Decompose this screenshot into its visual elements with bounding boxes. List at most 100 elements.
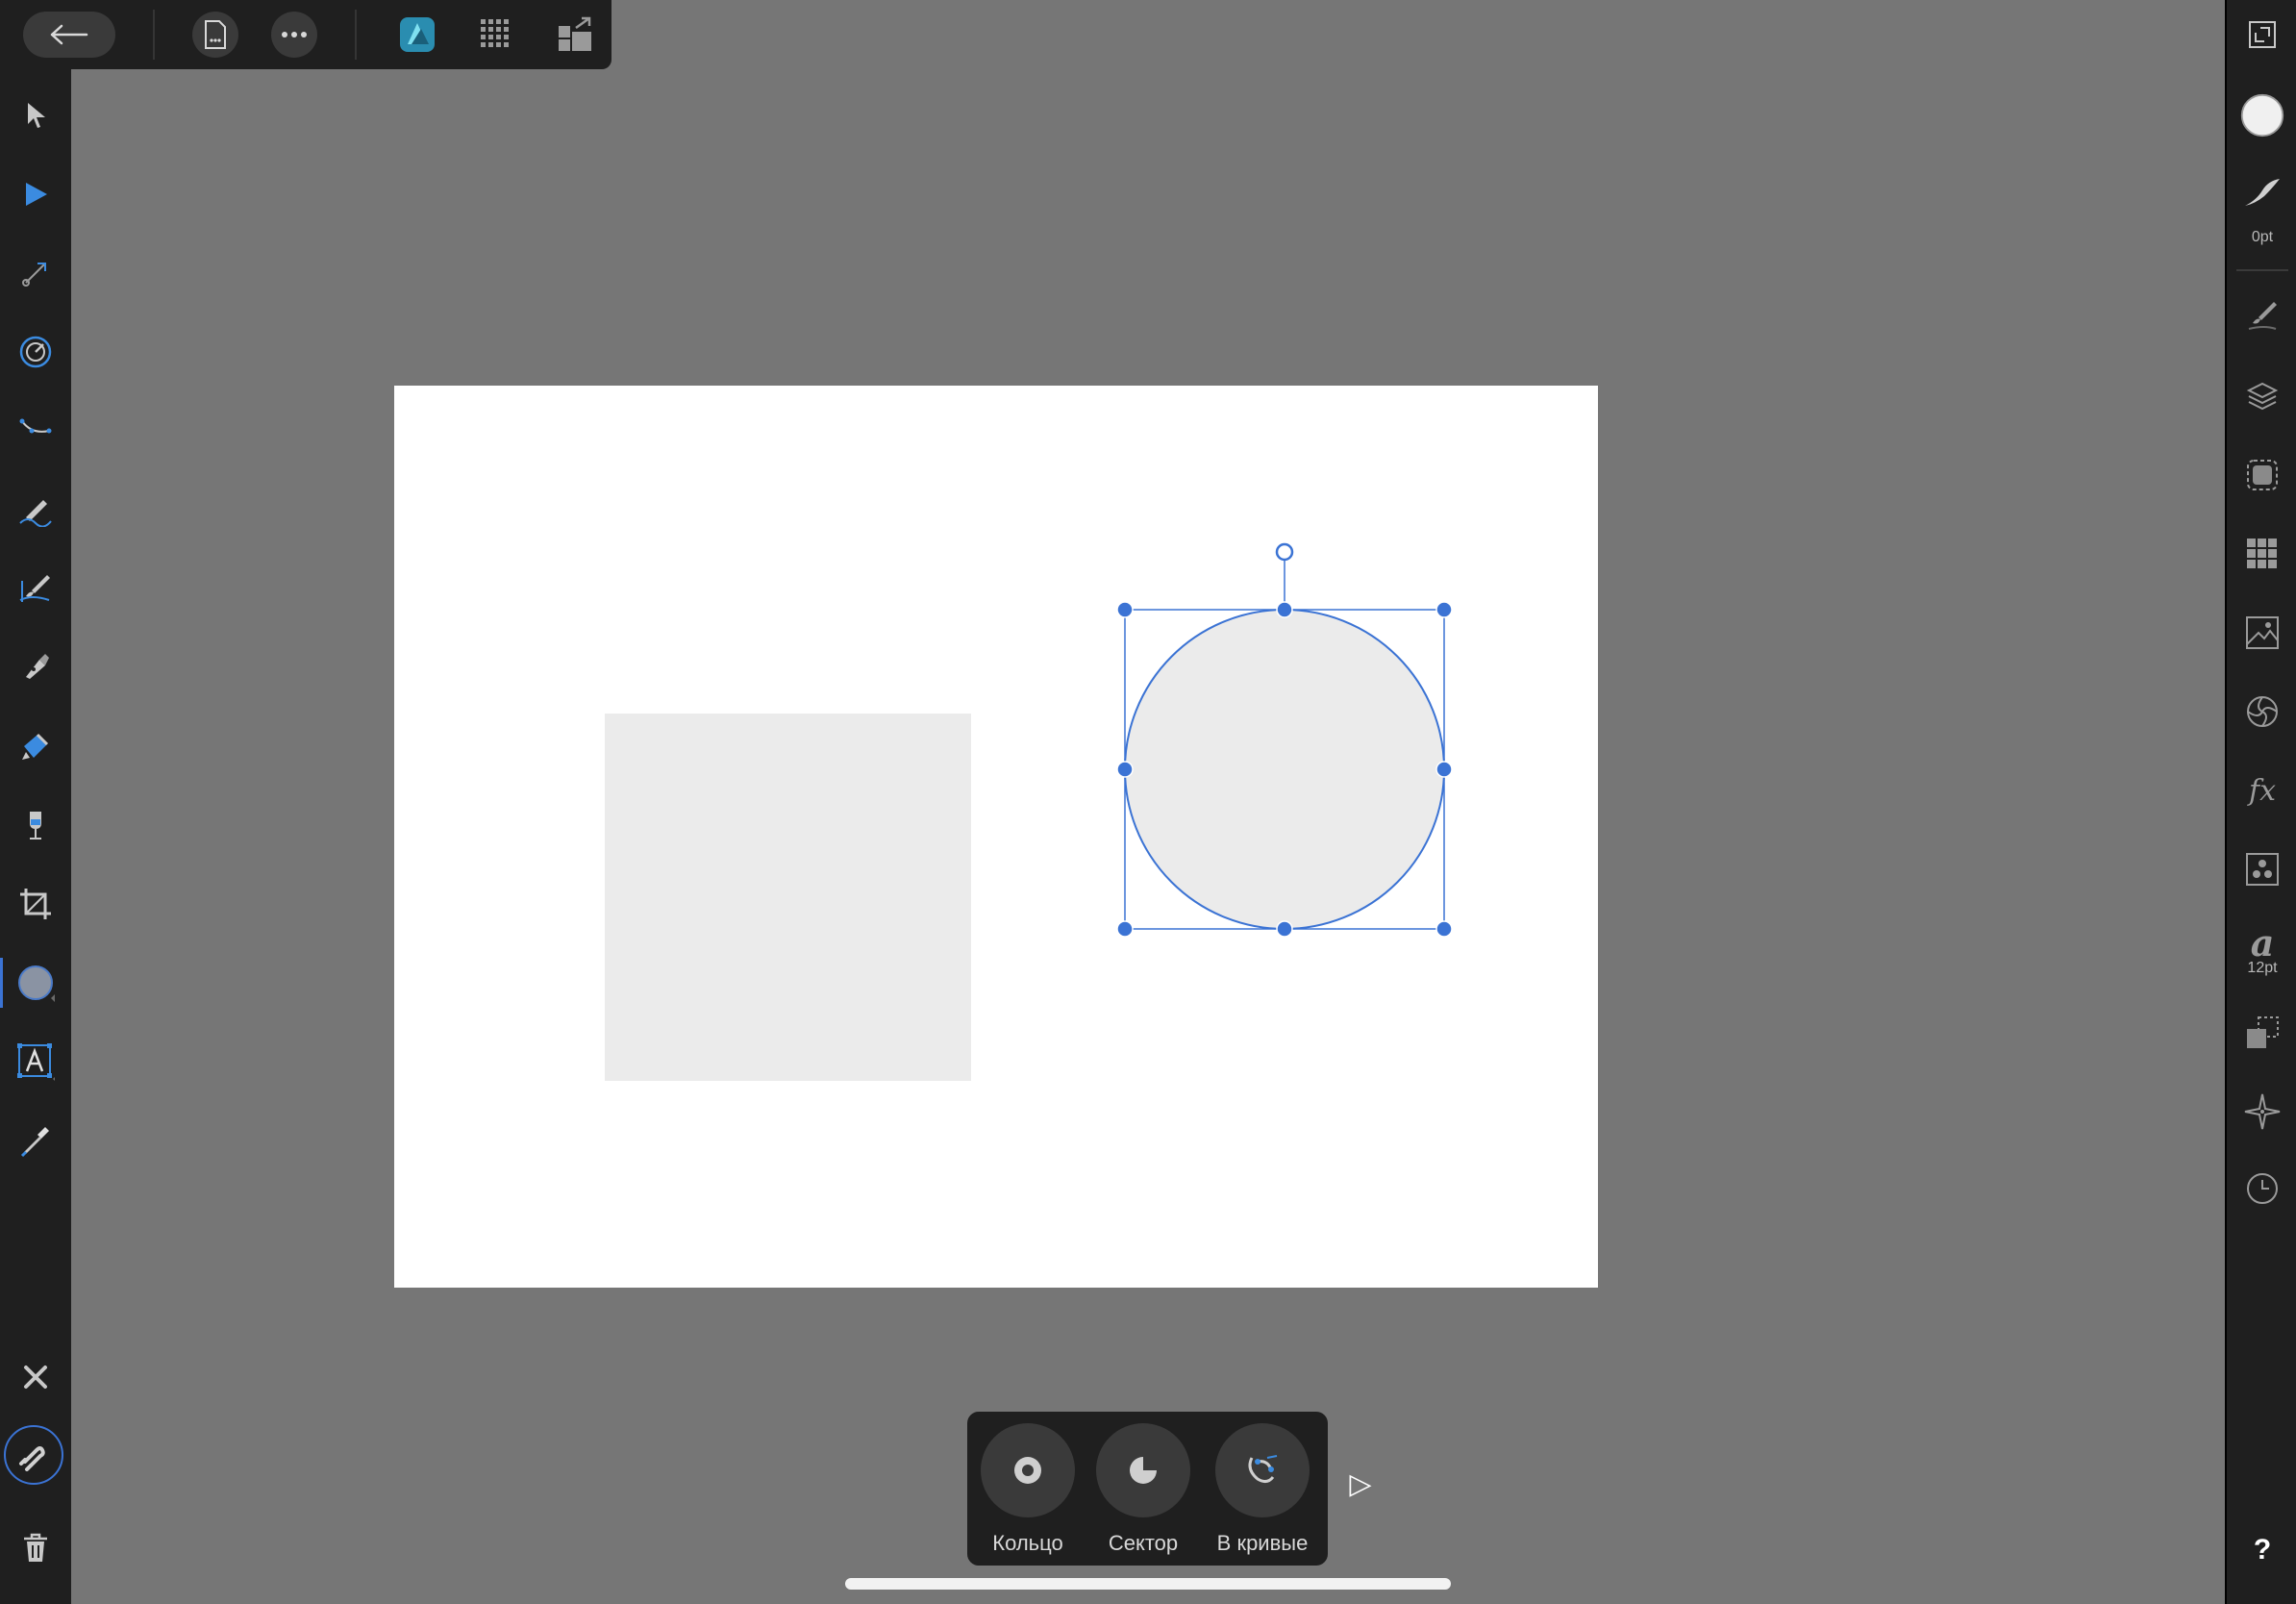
corner-tool-icon	[19, 336, 52, 368]
convert-to-curves-button[interactable]	[1215, 1423, 1310, 1517]
ellipse-tool[interactable]	[12, 960, 59, 1006]
resize-handle-left[interactable]	[1116, 761, 1134, 778]
color-panel-button[interactable]	[2239, 689, 2285, 735]
history-panel-button[interactable]	[2239, 1165, 2285, 1212]
text-styles-panel-button[interactable]: a	[2239, 919, 2285, 965]
rotation-handle[interactable]	[1275, 542, 1294, 562]
delete-button[interactable]	[12, 1525, 59, 1571]
document-setup-button[interactable]	[2239, 12, 2285, 58]
snapping-button[interactable]	[4, 1425, 63, 1485]
color-picker-tool[interactable]	[12, 1117, 59, 1164]
pencil-tool-icon	[19, 500, 52, 527]
pie-icon	[1130, 1457, 1157, 1484]
text-size-label: 12pt	[2247, 960, 2278, 976]
selection-icon	[2247, 460, 2278, 490]
export-persona-icon	[559, 16, 591, 51]
pen-tool[interactable]	[12, 408, 59, 454]
artistic-text-tool[interactable]	[12, 1039, 59, 1085]
brushes-icon	[2248, 302, 2277, 330]
fill-bucket-icon	[22, 733, 49, 760]
close-icon	[24, 1366, 47, 1389]
stroke-brush-icon	[2245, 179, 2280, 206]
ellipse-tool-icon	[18, 965, 55, 1002]
back-button[interactable]	[23, 12, 115, 58]
pie-label: Сектор	[1108, 1531, 1179, 1555]
navigator-panel-button[interactable]	[2239, 1089, 2285, 1135]
resize-handle-top[interactable]	[1276, 601, 1293, 618]
selected-tool-indicator	[0, 958, 3, 1008]
move-tool[interactable]	[12, 92, 59, 138]
point-transform-icon	[22, 263, 46, 287]
fill-tool[interactable]	[12, 644, 59, 690]
selected-ellipse-group[interactable]	[1106, 529, 1471, 952]
history-clock-icon	[2247, 1173, 2278, 1204]
resize-handle-top-left[interactable]	[1116, 601, 1134, 618]
text-tool-icon	[17, 1043, 55, 1081]
donut-label: Кольцо	[992, 1531, 1063, 1555]
resize-handle-bottom-right[interactable]	[1435, 920, 1453, 938]
effects-panel-button[interactable]: fx	[2239, 767, 2285, 814]
selection-panel-button[interactable]	[2239, 452, 2285, 498]
assets-panel-button[interactable]	[2239, 610, 2285, 656]
donut-icon	[1014, 1457, 1041, 1484]
ellipse-shape[interactable]	[1124, 609, 1445, 930]
donut-button[interactable]	[981, 1423, 1075, 1517]
rectangle-shape[interactable]	[605, 714, 971, 1081]
brushes-panel-button[interactable]	[2239, 292, 2285, 338]
designer-persona-icon	[400, 17, 435, 52]
transform-panel-button[interactable]	[2239, 1010, 2285, 1056]
pen-tool-icon	[19, 418, 52, 434]
top-toolbar	[0, 0, 611, 69]
transform-icon	[2247, 1016, 2279, 1048]
resize-handle-bottom[interactable]	[1276, 920, 1293, 938]
home-indicator[interactable]	[845, 1578, 1451, 1590]
wine-glass-icon	[30, 812, 41, 840]
back-arrow-icon	[50, 24, 88, 45]
fill-pen-icon	[26, 654, 49, 679]
color-wheel-icon	[2247, 696, 2278, 727]
pencil-tool[interactable]	[12, 487, 59, 533]
pie-button[interactable]	[1096, 1423, 1190, 1517]
point-transform-tool[interactable]	[12, 250, 59, 296]
text-style-icon: a	[2250, 920, 2275, 965]
help-icon: ?	[2253, 1534, 2272, 1566]
styles-panel-button[interactable]	[2239, 846, 2285, 892]
pixel-persona-button[interactable]	[473, 12, 519, 58]
eyedropper-icon	[20, 1127, 49, 1158]
more-icon	[282, 32, 307, 38]
corner-tool[interactable]	[12, 329, 59, 375]
context-toolbar: Кольцо Сектор В кривые	[967, 1412, 1328, 1566]
export-persona-button[interactable]	[552, 12, 598, 58]
compass-star-icon	[2244, 1093, 2281, 1130]
left-toolbar	[0, 69, 71, 1604]
help-button[interactable]: ?	[2239, 1527, 2285, 1573]
vector-brush-icon	[19, 575, 50, 602]
swatches-panel-button[interactable]	[2239, 531, 2285, 577]
convert-to-curves-label: В кривые	[1216, 1531, 1309, 1555]
stroke-panel-button[interactable]	[2239, 169, 2285, 215]
snapping-magnet-icon	[19, 1446, 45, 1471]
node-tool[interactable]	[12, 171, 59, 217]
vector-brush-tool[interactable]	[12, 565, 59, 612]
crop-tool[interactable]	[12, 881, 59, 927]
layers-icon	[2246, 382, 2279, 411]
convert-to-curves-icon	[1248, 1455, 1278, 1484]
trash-icon	[24, 1533, 47, 1562]
layers-panel-button[interactable]	[2239, 373, 2285, 419]
gradient-tool[interactable]	[12, 802, 59, 848]
transparency-tool[interactable]	[12, 723, 59, 769]
context-bar-expand-button[interactable]: ▷	[1344, 1468, 1377, 1501]
designer-persona-button[interactable]	[394, 12, 440, 58]
resize-handle-top-right[interactable]	[1435, 601, 1453, 618]
resize-handle-bottom-left[interactable]	[1116, 920, 1134, 938]
move-tool-icon	[28, 103, 45, 128]
pixel-persona-icon	[481, 19, 509, 47]
fill-color-swatch[interactable]	[2239, 92, 2285, 138]
fx-icon: fx	[2248, 773, 2277, 808]
more-button[interactable]	[271, 12, 317, 58]
document-menu-button[interactable]	[192, 12, 238, 58]
resize-handle-right[interactable]	[1435, 761, 1453, 778]
node-tool-icon	[26, 183, 47, 206]
close-button[interactable]	[12, 1354, 59, 1400]
resize-document-icon	[2249, 21, 2276, 48]
